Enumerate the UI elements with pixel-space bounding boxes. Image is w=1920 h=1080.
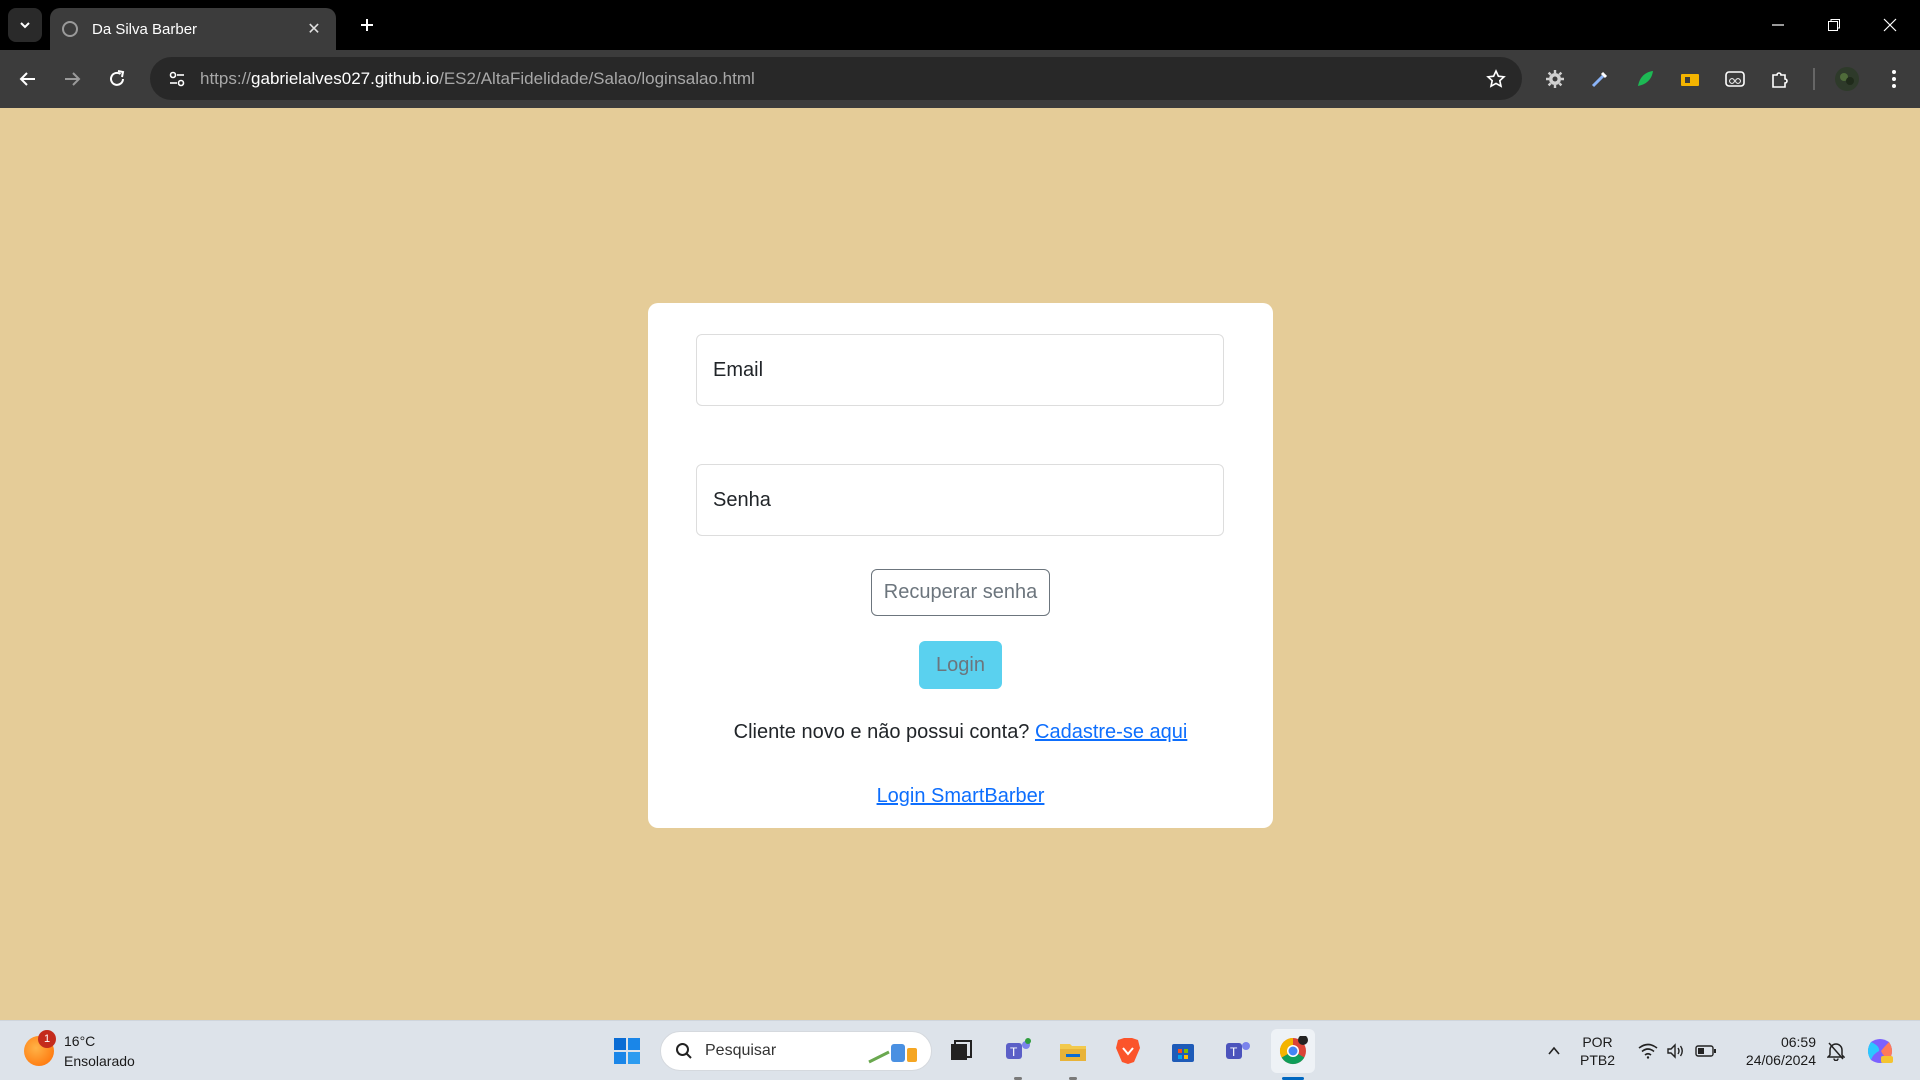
site-settings-icon[interactable] [162,64,192,94]
arrow-right-icon [65,72,81,86]
taskbar: 1 16°C Ensolarado Pesquisar T T POR PTB2… [0,1020,1920,1080]
system-clock[interactable]: 06:59 24/06/2024 [1730,1033,1816,1069]
input-language[interactable]: POR PTB2 [1580,1033,1615,1069]
forward-button[interactable] [54,61,90,97]
toolbar-separator [1813,68,1815,90]
task-view-icon [951,1040,972,1060]
chevron-down-icon [20,22,30,29]
globe-icon [62,21,78,37]
wifi-icon[interactable] [1636,1021,1660,1080]
taskbar-search[interactable]: Pesquisar [660,1031,932,1071]
back-button[interactable] [10,61,46,97]
teams-chat-button[interactable]: T [996,1029,1040,1073]
chevron-up-icon [1548,1046,1560,1055]
weather-widget[interactable]: 1 16°C Ensolarado [24,1030,135,1071]
teams-icon: T [1006,1038,1031,1059]
microsoft-store-button[interactable] [1161,1029,1205,1073]
copilot-icon[interactable] [1862,1021,1898,1080]
url-text: https://gabrielalves027.github.io/ES2/Al… [200,68,755,88]
windows-icon [614,1038,640,1064]
reload-button[interactable] [99,61,135,97]
brave-browser-button[interactable] [1106,1029,1150,1073]
chrome-icon [1279,1036,1308,1065]
folder-extension-icon[interactable] [1676,65,1704,93]
page-content: Recuperar senha Login Cliente novo e não… [0,108,1920,1020]
login-card: Recuperar senha Login Cliente novo e não… [648,303,1273,828]
profile-avatar[interactable] [1833,65,1861,93]
arrow-left-icon [19,72,35,86]
svg-text:T: T [1010,1045,1018,1059]
minimize-icon [1772,24,1784,26]
signup-link[interactable]: Cadastre-se aqui [1035,721,1187,743]
weather-description: Ensolarado [64,1053,135,1069]
eyedropper-extension-icon[interactable] [1586,65,1614,93]
store-bag-icon [1172,1044,1194,1062]
address-bar[interactable]: https://gabrielalves027.github.io/ES2/Al… [150,57,1522,100]
active-tab[interactable]: Da Silva Barber ✕ [50,8,336,50]
battery-icon[interactable] [1694,1021,1718,1080]
search-icon [676,1043,692,1059]
browser-toolbar: https://gabrielalves027.github.io/ES2/Al… [0,50,1920,108]
weather-temperature: 16°C [64,1033,96,1049]
smartbarber-login-link[interactable]: Login SmartBarber [877,785,1045,807]
start-button[interactable] [605,1029,649,1073]
browser-tab-bar: Da Silva Barber ✕ [0,0,1920,50]
task-view-button[interactable] [939,1029,983,1073]
tab-title: Da Silva Barber [92,20,198,38]
teams-button[interactable]: T [1216,1029,1260,1073]
close-window-button[interactable] [1862,0,1918,50]
email-field[interactable] [696,334,1224,406]
lion-shield-icon [1116,1038,1140,1064]
plus-icon [361,19,373,31]
restore-icon [1828,19,1840,31]
leaf-extension-icon[interactable] [1631,65,1659,93]
signup-prompt-text: Cliente novo e não possui conta? [733,721,1035,743]
volume-icon[interactable] [1664,1021,1688,1080]
new-tab-button[interactable] [352,10,382,40]
svg-text:T: T [1230,1045,1238,1059]
search-highlight-icon [868,1044,917,1064]
more-menu-icon[interactable] [1880,65,1908,93]
show-hidden-icons-button[interactable] [1540,1021,1568,1080]
file-explorer-button[interactable] [1051,1029,1095,1073]
tab-search-button[interactable] [8,8,42,42]
sun-icon: 1 [24,1030,56,1066]
clock-date: 24/06/2024 [1745,1052,1816,1068]
close-icon [1883,18,1897,32]
minimize-button[interactable] [1750,0,1806,50]
password-field[interactable] [696,464,1224,536]
puzzle-extensions-icon[interactable] [1766,65,1794,93]
signup-prompt: Cliente novo e não possui conta? Cadastr… [648,721,1273,744]
teams-icon: T [1226,1042,1250,1059]
smartbarber-login-row: Login SmartBarber [648,785,1273,808]
login-button[interactable]: Login [919,641,1002,689]
restore-button[interactable] [1806,0,1862,50]
reload-icon [110,70,125,86]
glasses-extension-icon[interactable] [1721,65,1749,93]
search-placeholder: Pesquisar [705,1042,777,1059]
notification-badge: 1 [38,1030,56,1048]
close-tab-icon[interactable]: ✕ [304,19,324,39]
clock-time: 06:59 [1780,1034,1816,1050]
notifications-bell-icon[interactable] [1824,1021,1848,1080]
gear-extension-icon[interactable] [1541,65,1569,93]
language-code: POR [1582,1034,1613,1050]
keyboard-layout: PTB2 [1580,1052,1616,1068]
recover-password-button[interactable]: Recuperar senha [871,569,1050,616]
folder-icon [1060,1044,1086,1061]
chrome-button[interactable] [1271,1029,1315,1073]
bookmark-star-icon[interactable] [1484,67,1508,91]
